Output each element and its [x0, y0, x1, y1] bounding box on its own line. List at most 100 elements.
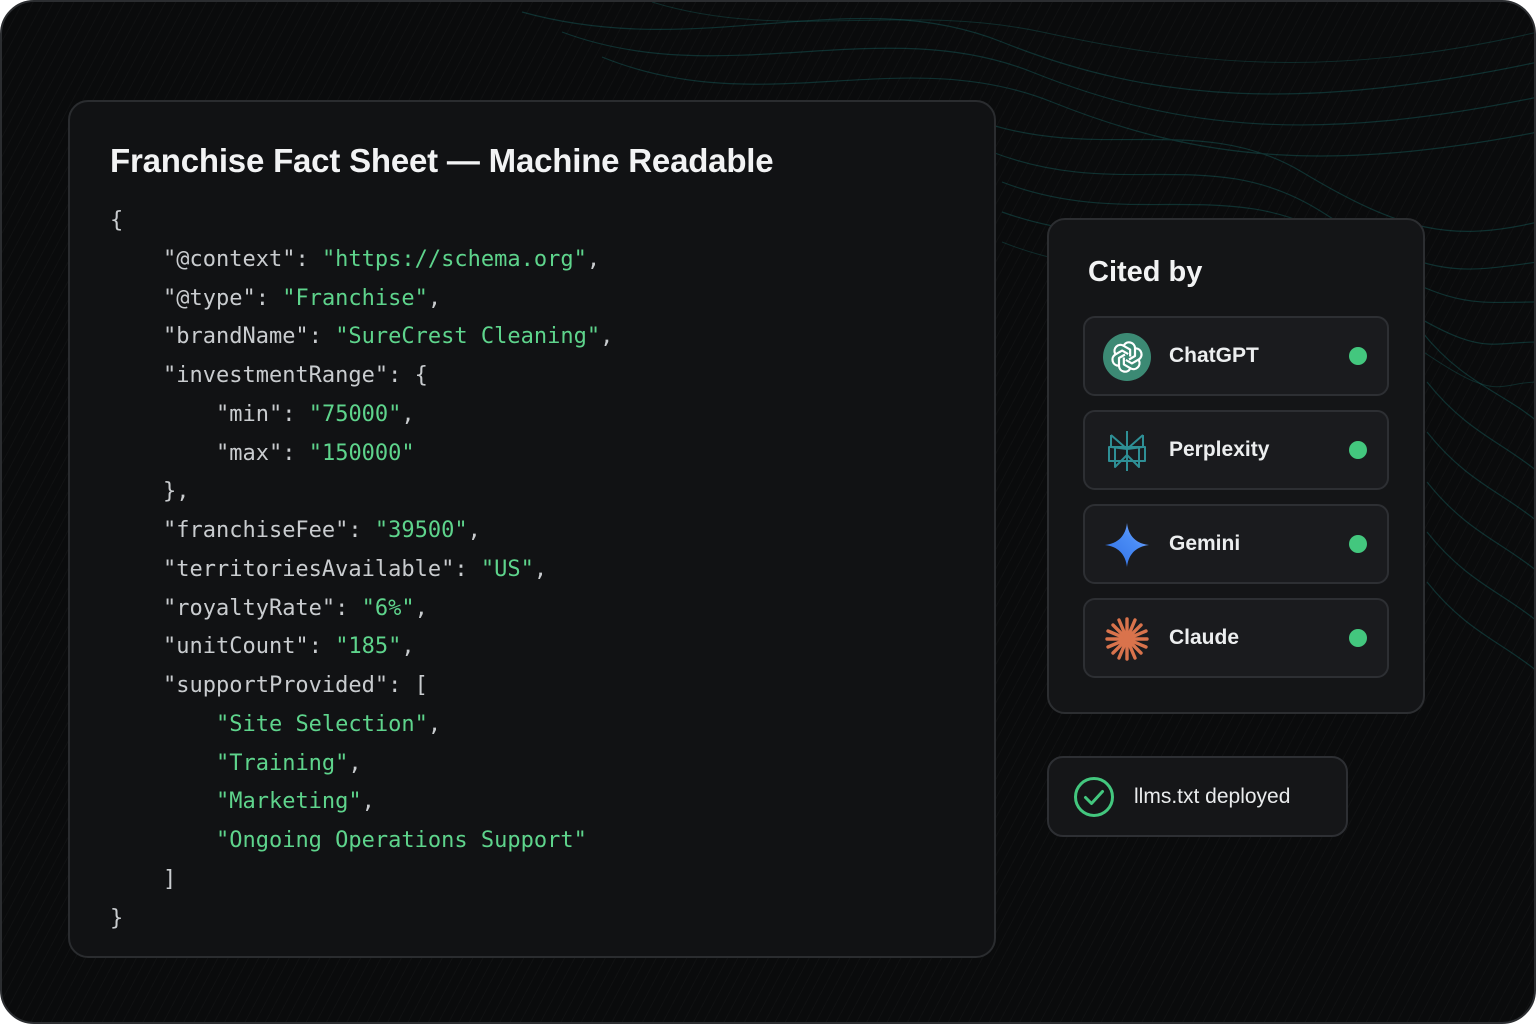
- json-punctuation: ,: [427, 285, 442, 311]
- claude-icon: [1105, 617, 1149, 661]
- provider-claude[interactable]: Claude: [1083, 598, 1389, 678]
- chatgpt-icon: [1103, 333, 1151, 381]
- code-line: "unitCount": "185",: [110, 628, 613, 667]
- json-punctuation: ,: [600, 324, 614, 350]
- code-line: "Site Selection",: [110, 706, 613, 745]
- json-value: "US": [480, 556, 534, 582]
- json-value: "Marketing": [215, 789, 362, 815]
- code-line: "territoriesAvailable": "US",: [110, 551, 613, 590]
- status-dot: [1349, 347, 1367, 365]
- status-dot: [1349, 441, 1367, 459]
- json-punctuation: [: [414, 673, 428, 698]
- provider-name: ChatGPT: [1169, 344, 1259, 367]
- code-line: "supportProvided": [: [110, 667, 613, 706]
- provider-perplexity[interactable]: Perplexity: [1083, 410, 1389, 490]
- status-dot: [1349, 535, 1367, 553]
- json-punctuation: ,: [586, 246, 601, 272]
- json-separator: :: [454, 556, 481, 582]
- json-key: "royaltyRate": [162, 595, 336, 621]
- json-value: "6%": [361, 595, 415, 621]
- provider-name: Claude: [1169, 626, 1240, 649]
- json-punctuation: {: [110, 208, 124, 233]
- json-key: "@type": [162, 285, 256, 311]
- code-line: ]: [110, 861, 613, 900]
- json-value: "185": [335, 634, 402, 660]
- provider-name: Gemini: [1169, 532, 1241, 555]
- code-line: "@type": "Franchise",: [110, 280, 613, 319]
- app-frame: Franchise Fact Sheet — Machine Readable …: [0, 0, 1536, 1024]
- json-value: "75000": [308, 401, 402, 427]
- json-value: "Training": [215, 750, 349, 776]
- code-line: "max": "150000": [110, 435, 613, 474]
- json-value: "39500": [374, 518, 468, 543]
- json-key: "unitCount": [162, 634, 309, 660]
- status-dot: [1349, 629, 1367, 647]
- json-value: "SureCrest Cleaning": [335, 324, 601, 350]
- code-line: "min": "75000",: [110, 396, 613, 435]
- json-separator: :: [348, 518, 375, 543]
- code-line: "royaltyRate": "6%",: [110, 590, 613, 629]
- code-line: "franchiseFee": "39500",: [110, 512, 613, 551]
- json-code-block: { "@context": "https://schema.org", "@ty…: [110, 202, 613, 938]
- json-punctuation: ,: [401, 634, 415, 660]
- code-line: },: [110, 473, 613, 512]
- gemini-icon: [1105, 523, 1149, 567]
- cited-by-panel: Cited by ChatGPT Perplexity Gemini Claud…: [1047, 218, 1425, 714]
- json-value: "Ongoing Operations Support": [215, 828, 587, 853]
- json-key: "supportProvided": [162, 673, 389, 698]
- cited-by-title: Cited by: [1088, 256, 1203, 288]
- json-punctuation: },: [162, 479, 190, 505]
- json-separator: :: [282, 440, 309, 466]
- json-separator: :: [282, 401, 309, 427]
- json-key: "min": [215, 401, 283, 427]
- json-punctuation: ,: [361, 789, 375, 815]
- json-separator: :: [388, 673, 415, 698]
- code-line: "investmentRange": {: [110, 357, 613, 396]
- provider-gemini[interactable]: Gemini: [1083, 504, 1389, 584]
- json-punctuation: ,: [533, 556, 548, 582]
- json-key: "territoriesAvailable": [162, 556, 455, 582]
- json-separator: :: [308, 634, 336, 660]
- code-line: }: [110, 900, 613, 939]
- json-punctuation: ,: [401, 401, 415, 427]
- json-punctuation: {: [414, 363, 428, 388]
- json-separator: :: [308, 324, 336, 350]
- json-separator: :: [295, 246, 322, 272]
- code-line: {: [110, 202, 613, 241]
- json-key: "max": [215, 440, 283, 466]
- llms-txt-status-badge: llms.txt deployed: [1047, 756, 1348, 837]
- json-punctuation: ,: [427, 711, 442, 737]
- code-line: "Marketing",: [110, 783, 613, 822]
- json-punctuation: ,: [414, 595, 428, 621]
- check-circle-icon: [1074, 777, 1114, 817]
- json-value: "Franchise": [282, 285, 428, 311]
- code-line: "Ongoing Operations Support": [110, 822, 613, 861]
- json-separator: :: [388, 363, 415, 388]
- provider-chatgpt[interactable]: ChatGPT: [1083, 316, 1389, 396]
- json-punctuation: ]: [162, 866, 177, 892]
- fact-sheet-card: Franchise Fact Sheet — Machine Readable …: [68, 100, 996, 958]
- provider-name: Perplexity: [1169, 438, 1270, 461]
- code-line: "@context": "https://schema.org",: [110, 241, 613, 280]
- json-key: "brandName": [162, 324, 309, 350]
- json-punctuation: ,: [467, 518, 481, 543]
- json-punctuation: }: [110, 905, 124, 931]
- json-key: "investmentRange": [162, 363, 389, 388]
- code-line: "brandName": "SureCrest Cleaning",: [110, 318, 613, 357]
